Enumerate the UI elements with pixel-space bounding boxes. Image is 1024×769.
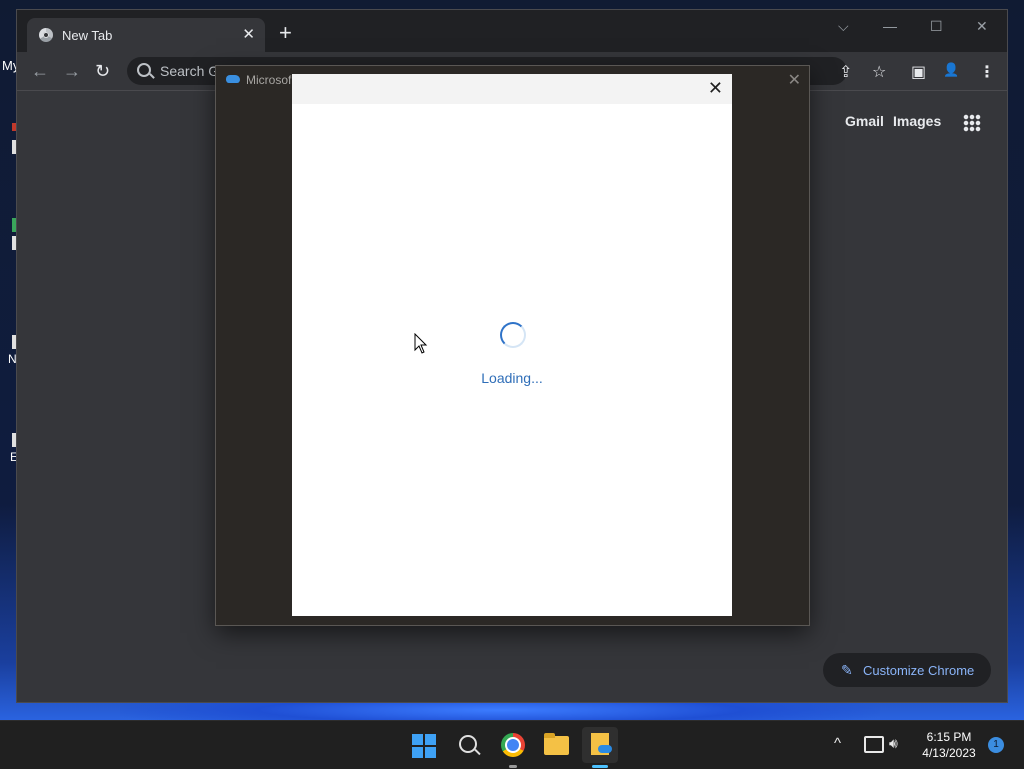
notification-badge[interactable]: 1	[988, 737, 1004, 753]
search-icon	[137, 63, 151, 77]
maximize-button[interactable]: ☐	[930, 18, 943, 35]
dialog-header-strip	[292, 74, 732, 104]
start-windows-icon[interactable]	[412, 734, 436, 758]
new-tab-button[interactable]: +	[279, 22, 292, 44]
onedrive-window-title: Microsof	[246, 73, 292, 87]
back-arrow-icon[interactable]: ←	[31, 61, 49, 82]
tab-new-tab[interactable]: New Tab ✕	[27, 18, 265, 52]
minimize-button[interactable]: —	[883, 18, 897, 34]
reload-icon[interactable]: ↻	[95, 61, 110, 82]
loading-spinner-icon	[500, 322, 526, 348]
taskbar-onedrive-setup-icon[interactable]	[591, 733, 612, 755]
close-window-button[interactable]: ✕	[976, 18, 988, 35]
onedrive-window-close-button[interactable]: ✕	[788, 70, 801, 90]
chrome-titlebar: New Tab ✕ + ⌵ — ☐ ✕	[17, 10, 1007, 52]
sign-in-dialog: ✕ Loading...	[292, 74, 732, 616]
gmail-link[interactable]: Gmail	[845, 113, 884, 129]
profile-icon[interactable]: 👤	[943, 62, 959, 78]
customize-chrome-label: Customize Chrome	[863, 663, 975, 678]
tab-close-icon[interactable]: ✕	[242, 25, 255, 43]
bookmark-star-icon[interactable]: ☆	[872, 62, 886, 82]
mouse-pointer-icon	[414, 333, 428, 354]
share-icon[interactable]: ⇪	[839, 62, 852, 82]
desktop-icon-1[interactable]	[0, 123, 18, 131]
chrome-favicon-icon	[39, 28, 53, 42]
onedrive-cloud-icon	[226, 75, 240, 83]
customize-chrome-button[interactable]: ✎ Customize Chrome	[823, 653, 991, 687]
desktop-icon-4[interactable]	[0, 236, 18, 250]
clock-time: 6:15 PM	[926, 730, 972, 744]
images-link[interactable]: Images	[893, 113, 941, 129]
dialog-close-button[interactable]: ✕	[708, 78, 723, 99]
network-icon[interactable]	[864, 736, 884, 753]
google-apps-grid-icon[interactable]	[963, 114, 981, 132]
taskbar-search-icon[interactable]	[459, 735, 477, 753]
volume-icon[interactable]: 🔊︎	[889, 735, 898, 752]
taskbar-file-explorer-icon[interactable]	[544, 733, 569, 755]
loading-text: Loading...	[481, 370, 543, 386]
chrome-menu-icon[interactable]: ⋮	[979, 62, 995, 82]
tab-title: New Tab	[62, 28, 113, 43]
forward-arrow-icon[interactable]: →	[63, 61, 81, 82]
pencil-icon: ✎	[841, 662, 853, 678]
desktop-icon-3[interactable]	[0, 218, 18, 232]
desktop-icon-6[interactable]	[0, 433, 18, 447]
taskbar-clock[interactable]: 6:15 PM 4/13/2023	[914, 729, 984, 761]
desktop-icon-2[interactable]	[0, 140, 18, 154]
side-panel-icon[interactable]: ▣	[911, 62, 926, 82]
clock-date: 4/13/2023	[922, 746, 976, 760]
taskbar-chrome-icon[interactable]	[501, 733, 525, 757]
windows-taskbar: ^ 🔊︎ 6:15 PM 4/13/2023 1	[0, 720, 1024, 769]
tab-search-dropdown-icon[interactable]: ⌵	[838, 18, 849, 35]
desktop-icon-5[interactable]	[0, 335, 18, 349]
tray-chevron-icon[interactable]: ^	[834, 735, 841, 752]
